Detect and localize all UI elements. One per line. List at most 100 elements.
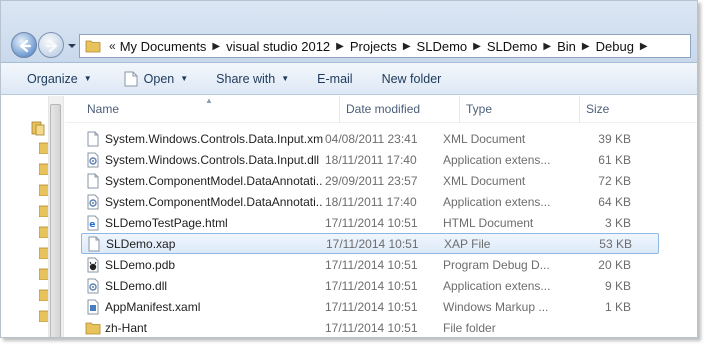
dll-file-icon bbox=[85, 152, 101, 168]
file-name-cell[interactable]: e SLDemoTestPage.html bbox=[81, 215, 323, 231]
file-row[interactable]: e SLDemoTestPage.html 17/11/2014 10:51 HTML… bbox=[81, 212, 659, 233]
recent-pages-dropdown-icon[interactable] bbox=[67, 41, 77, 51]
organize-label: Organize bbox=[27, 71, 78, 86]
dropdown-arrow-icon: ▼ bbox=[83, 74, 92, 83]
file-name: System.ComponentModel.DataAnnotati... bbox=[105, 194, 323, 209]
breadcrumb-sldemo[interactable]: SLDemo bbox=[417, 39, 468, 54]
html-file-icon: e bbox=[85, 215, 101, 231]
file-size: 64 KB bbox=[598, 194, 631, 209]
breadcrumb-overflow[interactable]: « bbox=[109, 39, 116, 53]
file-name-cell[interactable]: SLDemo.xap bbox=[82, 236, 324, 252]
file-row[interactable]: zh-Hant 17/11/2014 10:51 File folder bbox=[81, 317, 659, 337]
file-size: 53 KB bbox=[599, 236, 632, 251]
column-header-type[interactable]: Type bbox=[460, 95, 580, 123]
new-folder-label: New folder bbox=[381, 71, 442, 86]
file-size: 61 KB bbox=[598, 152, 631, 167]
file-date: 29/09/2011 23:57 bbox=[325, 173, 418, 188]
forward-button[interactable] bbox=[38, 32, 64, 58]
organize-button[interactable]: Organize ▼ bbox=[27, 72, 92, 86]
breadcrumb-projects[interactable]: Projects bbox=[350, 39, 397, 54]
file-name-cell[interactable]: AppManifest.xaml bbox=[81, 299, 323, 315]
file-date: 17/11/2014 10:51 bbox=[325, 320, 418, 335]
file-type: XML Document bbox=[443, 131, 526, 146]
file-type: XML Document bbox=[443, 173, 526, 188]
navigation-pane bbox=[1, 96, 64, 337]
file-name-cell[interactable]: System.Windows.Controls.Data.Input.xml bbox=[81, 131, 323, 147]
xml-file-icon bbox=[85, 131, 101, 147]
sort-indicator-icon: ▲ bbox=[205, 96, 213, 105]
address-bar[interactable]: « My Documents ▶ visual studio 2012 ▶ Pr… bbox=[79, 34, 691, 58]
xml-file-icon bbox=[85, 173, 101, 189]
email-button[interactable]: E-mail bbox=[317, 72, 352, 86]
file-name-cell[interactable]: System.ComponentModel.DataAnnotati... bbox=[81, 194, 323, 210]
breadcrumb-sldemo-project[interactable]: SLDemo bbox=[487, 39, 538, 54]
file-row[interactable]: System.ComponentModel.DataAnnotati... 18/… bbox=[81, 191, 659, 212]
dll-file-icon bbox=[85, 278, 101, 294]
column-header-date-modified[interactable]: Date modified bbox=[340, 95, 460, 123]
back-button[interactable] bbox=[11, 32, 37, 58]
file-size: 72 KB bbox=[598, 173, 631, 188]
file-row[interactable]: System.Windows.Controls.Data.Input.dll 18… bbox=[81, 149, 659, 170]
file-type: XAP File bbox=[444, 236, 491, 251]
open-label: Open bbox=[143, 71, 175, 86]
file-type: Program Debug D... bbox=[443, 257, 550, 272]
column-header-row: Name Date modified Type Size ▲ bbox=[65, 95, 697, 123]
file-type: Application extens... bbox=[443, 194, 551, 209]
open-button[interactable]: Open ▼ bbox=[124, 71, 188, 87]
forward-arrow-icon bbox=[45, 39, 58, 53]
column-header-name[interactable]: Name bbox=[65, 95, 340, 123]
back-arrow-icon bbox=[19, 39, 32, 53]
file-name-cell[interactable]: System.Windows.Controls.Data.Input.dll bbox=[81, 152, 323, 168]
breadcrumb-debug[interactable]: Debug bbox=[596, 39, 634, 54]
breadcrumb-bin[interactable]: Bin bbox=[557, 39, 576, 54]
breadcrumb-separator-icon[interactable]: ▶ bbox=[543, 41, 551, 52]
file-name: System.Windows.Controls.Data.Input.xml bbox=[105, 131, 323, 146]
file-row[interactable]: System.ComponentModel.DataAnnotati... 29/… bbox=[81, 170, 659, 191]
navigation-bar: « My Documents ▶ visual studio 2012 ▶ Pr… bbox=[1, 1, 697, 63]
file-icon bbox=[124, 71, 138, 86]
file-name-cell[interactable]: System.ComponentModel.DataAnnotati... bbox=[81, 173, 323, 189]
libraries-icon[interactable] bbox=[31, 120, 45, 136]
file-row[interactable]: SLDemo.dll 17/11/2014 10:51 Application ex… bbox=[81, 275, 659, 296]
file-name: SLDemo.dll bbox=[105, 278, 168, 293]
xaml-file-icon bbox=[85, 299, 101, 315]
dropdown-arrow-icon: ▼ bbox=[281, 74, 290, 83]
breadcrumb-visual-studio[interactable]: visual studio 2012 bbox=[226, 39, 330, 54]
new-folder-button[interactable]: New folder bbox=[382, 72, 442, 86]
file-name: SLDemo.xap bbox=[106, 236, 176, 251]
file-date: 17/11/2014 10:51 bbox=[325, 257, 418, 272]
file-name-cell[interactable]: SLDemo.pdb bbox=[81, 257, 323, 273]
file-row[interactable]: SLDemo.pdb 17/11/2014 10:51 Program Debug … bbox=[81, 254, 659, 275]
file-row[interactable]: System.Windows.Controls.Data.Input.xml 04… bbox=[81, 128, 659, 149]
share-with-label: Share with bbox=[216, 71, 276, 86]
breadcrumb-separator-icon[interactable]: ▶ bbox=[640, 41, 648, 52]
file-name: SLDemo.pdb bbox=[105, 257, 176, 272]
file-name-cell[interactable]: zh-Hant bbox=[81, 320, 323, 336]
file-size: 39 KB bbox=[598, 131, 631, 146]
folder-icon bbox=[85, 320, 101, 336]
breadcrumb-separator-icon[interactable]: ▶ bbox=[473, 41, 481, 52]
breadcrumb-separator-icon[interactable]: ▶ bbox=[212, 41, 220, 52]
file-date: 04/08/2011 23:41 bbox=[325, 131, 418, 146]
breadcrumb-separator-icon[interactable]: ▶ bbox=[582, 41, 590, 52]
share-with-button[interactable]: Share with ▼ bbox=[216, 72, 289, 86]
file-size: 3 KB bbox=[604, 215, 631, 230]
file-date: 18/11/2011 17:40 bbox=[325, 152, 417, 167]
file-row[interactable]: AppManifest.xaml 17/11/2014 10:51 Windows … bbox=[81, 296, 659, 317]
column-header-size[interactable]: Size bbox=[580, 96, 650, 123]
dll-file-icon bbox=[85, 194, 101, 210]
breadcrumb-separator-icon[interactable]: ▶ bbox=[336, 41, 344, 52]
file-size: 1 KB bbox=[604, 299, 631, 314]
file-name-cell[interactable]: SLDemo.dll bbox=[81, 278, 323, 294]
file-name: SLDemoTestPage.html bbox=[105, 215, 228, 230]
file-row[interactable]: SLDemo.xap 17/11/2014 10:51 XAP File 53 KB bbox=[81, 233, 659, 254]
breadcrumb-my-documents[interactable]: My Documents bbox=[120, 39, 207, 54]
file-type: Windows Markup ... bbox=[443, 299, 549, 314]
scrollbar-thumb[interactable] bbox=[50, 104, 61, 337]
file-name: System.Windows.Controls.Data.Input.dll bbox=[105, 152, 320, 167]
file-type: Application extens... bbox=[443, 278, 551, 293]
file-name: AppManifest.xaml bbox=[105, 299, 201, 314]
breadcrumb-separator-icon[interactable]: ▶ bbox=[403, 41, 411, 52]
pdb-file-icon bbox=[85, 257, 101, 273]
file-date: 17/11/2014 10:51 bbox=[326, 236, 419, 251]
